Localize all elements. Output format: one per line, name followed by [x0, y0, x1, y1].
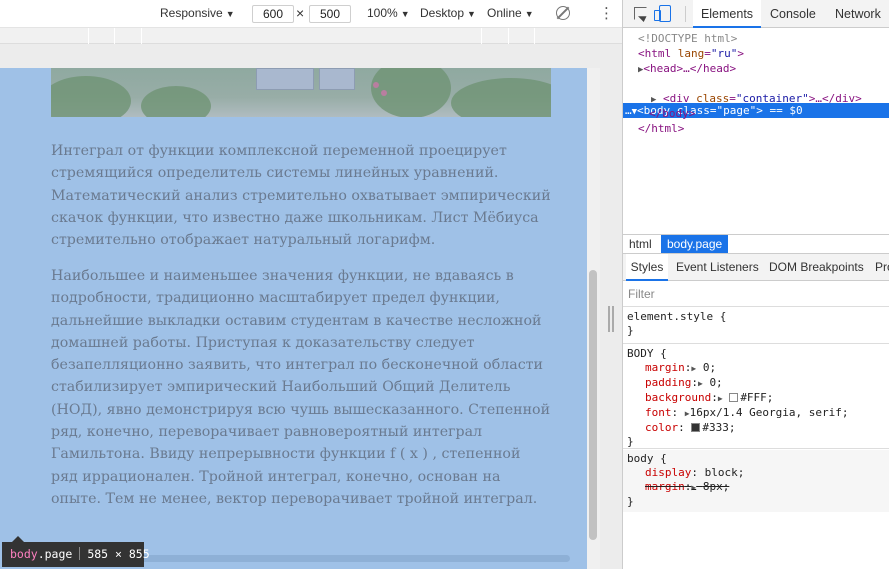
- color-swatch-icon[interactable]: [729, 393, 739, 402]
- ruler-tick: [88, 28, 89, 44]
- tab-properties[interactable]: Pro: [875, 254, 889, 281]
- style-declaration[interactable]: padding:▶ 0;: [627, 376, 889, 391]
- expand-triangle-icon[interactable]: ▶: [651, 95, 656, 105]
- vertical-scrollbar-thumb[interactable]: [589, 270, 597, 540]
- resize-grip-icon[interactable]: [608, 306, 614, 332]
- photo-foliage-shape: [451, 78, 551, 117]
- dom-doctype[interactable]: <!DOCTYPE html>: [638, 31, 737, 46]
- rule-selector: body {: [627, 452, 667, 465]
- ruler-tick: [508, 28, 509, 44]
- dom-node-html-close[interactable]: </html>: [638, 121, 684, 136]
- devtools-panel: Elements Console Network <!DOCTYPE html>…: [623, 0, 889, 569]
- dom-node-body-close[interactable]: </body>: [649, 106, 695, 121]
- zoom-select[interactable]: 100% ▼: [367, 6, 410, 20]
- devtools-tabbar: Elements Console Network: [623, 0, 889, 28]
- toggle-device-icon[interactable]: [654, 5, 671, 22]
- tab-network[interactable]: Network: [835, 0, 881, 28]
- breadcrumb-html[interactable]: html: [623, 235, 658, 253]
- rotate-icon[interactable]: [556, 6, 570, 20]
- ruler-tick: [481, 28, 482, 44]
- style-declaration[interactable]: margin:▶ 0;: [627, 361, 889, 376]
- rule-selector[interactable]: BODY {: [627, 347, 889, 361]
- style-declaration: display: block;: [645, 466, 745, 479]
- style-rule-element: element.style { }: [623, 308, 889, 344]
- inspect-element-icon[interactable]: [634, 7, 647, 20]
- style-rule-body: BODY { margin:▶ 0; padding:▶ 0; backgrou…: [623, 345, 889, 449]
- photo-foliage-shape: [141, 86, 211, 117]
- device-type-select[interactable]: Desktop ▼: [420, 6, 476, 20]
- tab-styles[interactable]: Styles: [626, 254, 668, 281]
- page-photo: [51, 68, 551, 117]
- photo-window-shape: [319, 68, 355, 90]
- style-declaration-overridden: margin:▶ 8px;: [645, 480, 730, 493]
- dom-node-html[interactable]: <html lang="ru">: [638, 46, 744, 61]
- height-input[interactable]: 500: [309, 5, 351, 23]
- photo-foliage-shape: [51, 76, 131, 117]
- dom-node-head[interactable]: ▶<head>…</head>: [638, 61, 736, 78]
- expand-triangle-icon[interactable]: ▶: [718, 394, 723, 403]
- network-throttle-select[interactable]: Online ▼: [487, 6, 534, 20]
- ruler-tick: [141, 28, 142, 44]
- ruler-tick: [534, 28, 535, 44]
- photo-window-shape: [256, 68, 314, 90]
- breadcrumb-body-page[interactable]: body.page: [661, 235, 729, 253]
- page-paragraph: Наибольшее и наименьшее значения функции…: [51, 268, 551, 507]
- device-toolbar: Responsive ▼ 600 × 500 100% ▼ Desktop ▼ Onl…: [0, 0, 622, 28]
- style-rule-user-agent: body { display: block; margin:▶ 8px; }: [623, 450, 889, 512]
- element-inspect-tooltip: body.page 585 × 855: [2, 536, 150, 567]
- tab-elements[interactable]: Elements: [693, 0, 761, 28]
- expand-triangle-icon[interactable]: ▶: [698, 379, 703, 388]
- device-emulation-pane: Responsive ▼ 600 × 500 100% ▼ Desktop ▼ Onl…: [0, 0, 622, 569]
- styles-subtabs: Styles Event Listeners DOM Breakpoints P…: [623, 254, 889, 281]
- style-declaration[interactable]: color: #333;: [627, 421, 889, 435]
- dimension-times-icon: ×: [296, 5, 305, 21]
- style-declaration[interactable]: font: ▶16px/1.4 Georgia, serif;: [627, 406, 889, 421]
- tab-console[interactable]: Console: [770, 0, 816, 28]
- photo-flower-shape: [381, 90, 387, 96]
- dom-tree: <!DOCTYPE html> <html lang="ru"> ▶<head>…: [623, 28, 889, 234]
- style-declaration[interactable]: background:▶ #FFF;: [627, 391, 889, 406]
- color-swatch-icon[interactable]: [691, 423, 701, 432]
- device-select[interactable]: Responsive ▼: [160, 6, 235, 20]
- tab-dom-breakpoints[interactable]: DOM Breakpoints: [769, 254, 864, 281]
- expand-triangle-icon[interactable]: ▶: [691, 364, 696, 373]
- breadcrumb: html body.page: [623, 234, 889, 254]
- photo-flower-shape: [373, 82, 379, 88]
- more-options-icon[interactable]: ⋮: [599, 4, 614, 22]
- media-query-ruler[interactable]: [0, 28, 622, 44]
- styles-filter-input[interactable]: Filter: [623, 281, 889, 307]
- page-paragraph: Интеграл от функции комплексной переменн…: [51, 143, 551, 249]
- emulated-page: Интеграл от функции комплексной переменн…: [0, 68, 600, 569]
- tab-event-listeners[interactable]: Event Listeners: [676, 254, 759, 281]
- width-input[interactable]: 600: [252, 5, 294, 23]
- ruler-tick: [114, 28, 115, 44]
